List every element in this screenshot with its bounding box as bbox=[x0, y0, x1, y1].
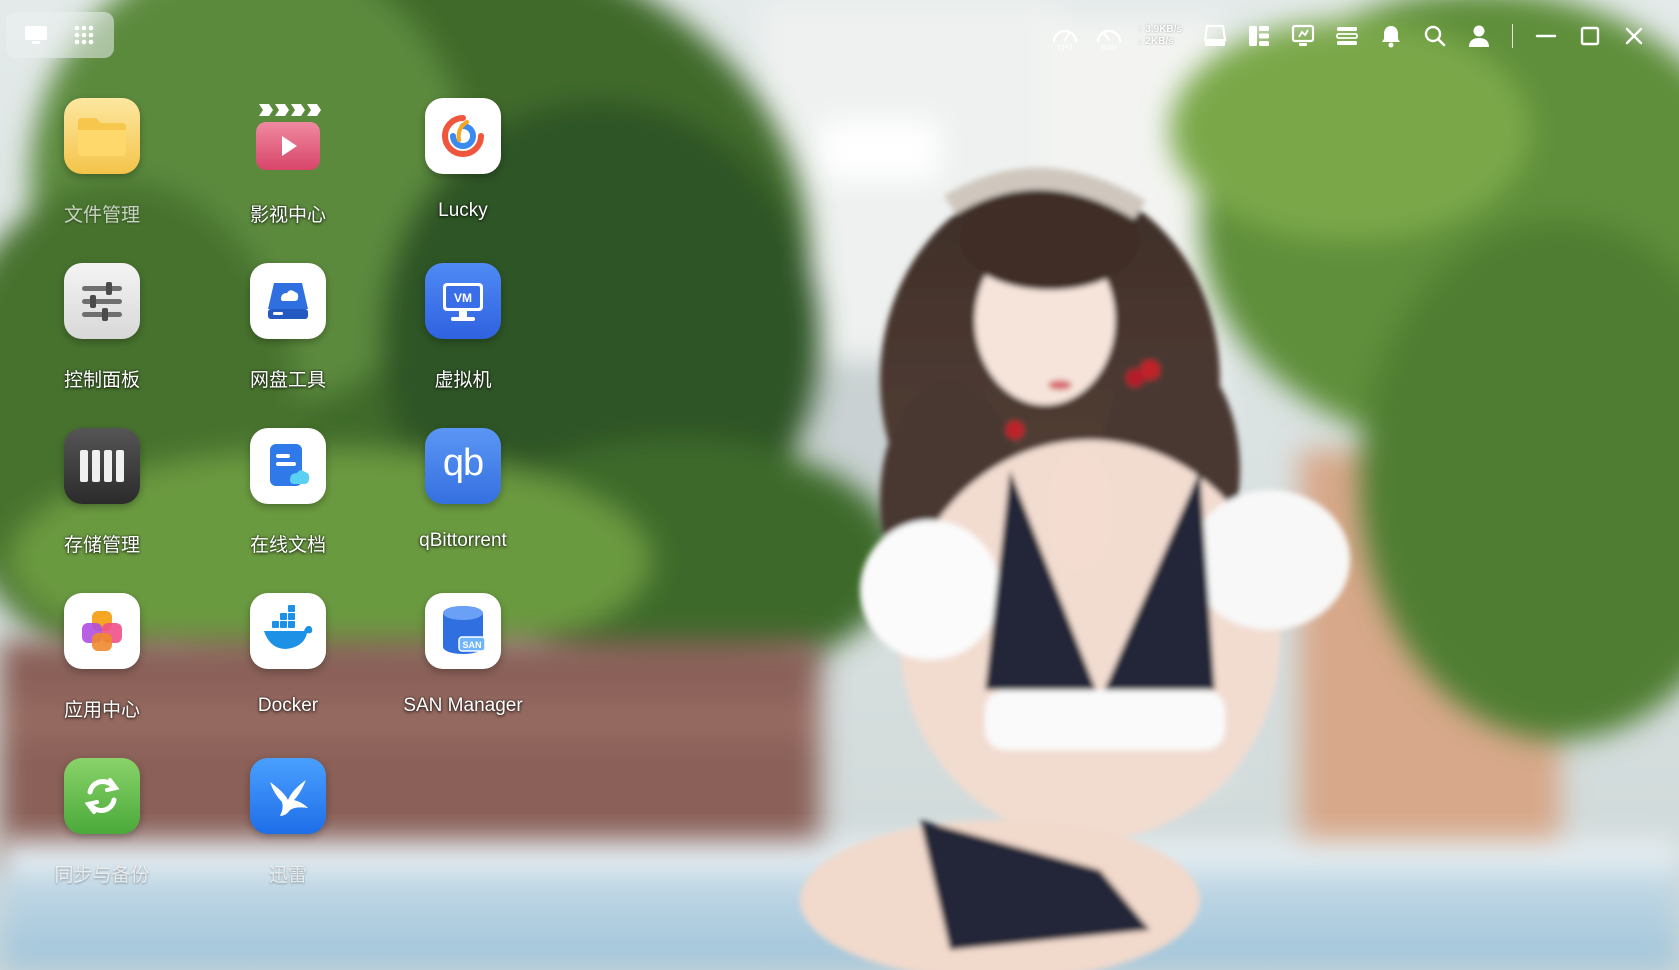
user-icon bbox=[1469, 25, 1489, 47]
san-badge: SAN bbox=[462, 640, 481, 650]
app-label: 虚拟机 bbox=[434, 370, 492, 391]
docker-whale-icon bbox=[250, 593, 326, 669]
clapperboard-icon bbox=[250, 98, 326, 174]
bell-icon bbox=[1382, 26, 1400, 48]
maximize-icon bbox=[1580, 26, 1600, 46]
task-list-icon bbox=[1336, 27, 1358, 45]
app-file-manager[interactable]: 文件管理 bbox=[12, 88, 192, 258]
network-speed[interactable]: ↑ 3.9KB/s ↓ 2KB/s bbox=[1136, 24, 1188, 48]
app-label: 影视中心 bbox=[249, 205, 326, 226]
maximize-button[interactable] bbox=[1573, 19, 1607, 53]
app-label: 网盘工具 bbox=[249, 370, 326, 391]
cpu-gauge-icon: CPU bbox=[1052, 29, 1077, 52]
vm-badge: VM bbox=[454, 291, 472, 305]
app-cloud-drive-tool[interactable]: 网盘工具 bbox=[198, 253, 378, 423]
app-blocks-icon bbox=[64, 593, 140, 669]
app-qbittorrent[interactable]: qb qBittorrent bbox=[373, 418, 553, 588]
close-icon bbox=[1625, 27, 1643, 45]
sliders-icon bbox=[64, 263, 140, 339]
app-label: 存储管理 bbox=[63, 535, 140, 556]
ram-gauge[interactable]: RAM bbox=[1092, 19, 1126, 53]
app-control-panel[interactable]: 控制面板 bbox=[12, 253, 192, 423]
ram-gauge-icon: RAM bbox=[1096, 29, 1121, 52]
app-docker[interactable]: Docker bbox=[198, 583, 378, 753]
app-label: 同步与备份 bbox=[54, 865, 150, 886]
system-status-bar: CPU RAM ↑ 3.9KB/s ↓ 2KB/s bbox=[1048, 14, 1651, 58]
san-database-icon: SAN bbox=[425, 593, 501, 669]
search-button[interactable] bbox=[1418, 19, 1452, 53]
minimize-button[interactable] bbox=[1529, 19, 1563, 53]
app-label: qBittorrent bbox=[419, 530, 507, 551]
cpu-gauge[interactable]: CPU bbox=[1048, 19, 1082, 53]
notifications-button[interactable] bbox=[1374, 19, 1408, 53]
app-xunlei[interactable]: 迅雷 bbox=[198, 748, 378, 918]
app-storage-manager[interactable]: 存储管理 bbox=[12, 418, 192, 588]
qb-badge: qb bbox=[442, 441, 484, 484]
app-label: 迅雷 bbox=[268, 865, 307, 886]
task-list-button[interactable] bbox=[1330, 19, 1364, 53]
desktop-screen: CPU RAM ↑ 3.9KB/s ↓ 2KB/s 文件管理 控制面板 存储管理… bbox=[0, 0, 1679, 970]
search-icon bbox=[1424, 25, 1446, 47]
qb-icon: qb bbox=[425, 428, 501, 504]
app-virtual-machine[interactable]: VM 虚拟机 bbox=[373, 253, 553, 423]
app-label: Lucky bbox=[438, 200, 488, 221]
cloud-drive-icon bbox=[250, 263, 326, 339]
monitor-button[interactable] bbox=[1286, 19, 1320, 53]
app-label: Docker bbox=[257, 695, 319, 716]
app-label: SAN Manager bbox=[403, 695, 523, 716]
vm-monitor-icon: VM bbox=[425, 263, 501, 339]
panel-layout-icon bbox=[1249, 26, 1269, 46]
drive-button[interactable] bbox=[1198, 19, 1232, 53]
drive-icon bbox=[1203, 24, 1227, 46]
cpu-label: CPU bbox=[1057, 45, 1072, 52]
user-button[interactable] bbox=[1462, 19, 1496, 53]
panel-layout-button[interactable] bbox=[1242, 19, 1276, 53]
app-san-manager[interactable]: SAN SAN Manager bbox=[373, 583, 553, 753]
desktop-icon-grid: 文件管理 控制面板 存储管理 应用中心 同步与备份 影视中心 网盘工具 在线文档… bbox=[0, 0, 560, 970]
download-speed: ↓ 2KB/s bbox=[1137, 36, 1174, 47]
sync-arrows-icon bbox=[64, 758, 140, 834]
monitor-icon bbox=[1291, 24, 1315, 46]
app-label: 应用中心 bbox=[63, 700, 140, 721]
app-lucky[interactable]: Lucky bbox=[373, 88, 553, 258]
app-app-center[interactable]: 应用中心 bbox=[12, 583, 192, 753]
disk-array-icon bbox=[64, 428, 140, 504]
app-label: 文件管理 bbox=[63, 205, 140, 226]
lucky-swirl-icon bbox=[425, 98, 501, 174]
app-online-docs[interactable]: 在线文档 bbox=[198, 418, 378, 588]
ram-label: RAM bbox=[1101, 45, 1117, 52]
close-button[interactable] bbox=[1617, 19, 1651, 53]
app-label: 控制面板 bbox=[63, 370, 140, 391]
bird-icon bbox=[250, 758, 326, 834]
document-cloud-icon bbox=[250, 428, 326, 504]
status-divider bbox=[1512, 24, 1513, 48]
app-sync-backup[interactable]: 同步与备份 bbox=[12, 748, 192, 918]
folder-icon bbox=[64, 98, 140, 174]
minimize-icon bbox=[1535, 34, 1557, 38]
upload-speed: ↑ 3.9KB/s bbox=[1137, 24, 1182, 35]
app-video-center[interactable]: 影视中心 bbox=[198, 88, 378, 258]
app-label: 在线文档 bbox=[249, 535, 326, 556]
